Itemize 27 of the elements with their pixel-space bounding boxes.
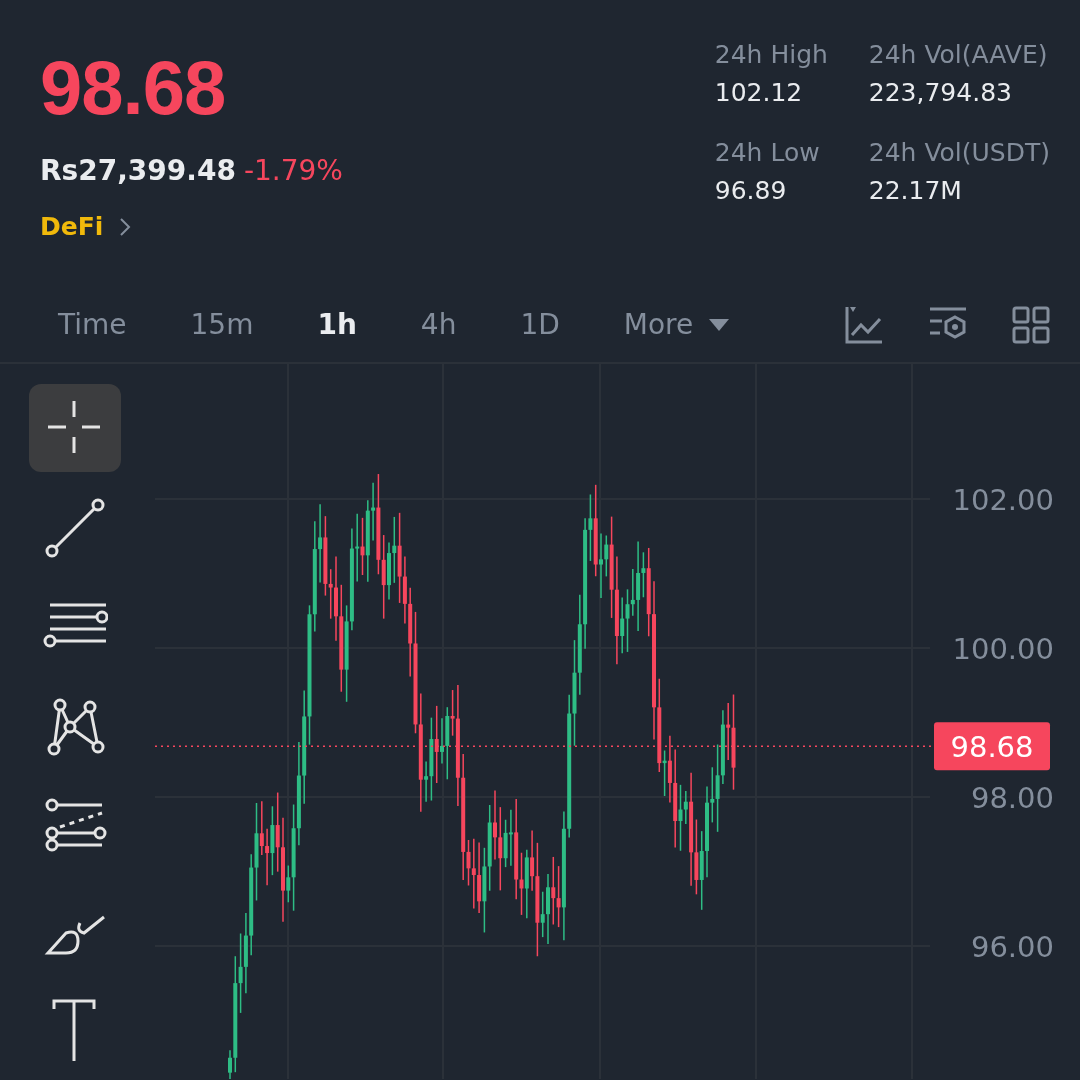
price-axis-label: 102.00 bbox=[952, 483, 1054, 517]
interval-tab[interactable]: Time bbox=[58, 304, 127, 346]
fiat-price: Rs27,399.48 bbox=[40, 153, 236, 189]
stat-value: 96.89 bbox=[714, 175, 788, 207]
stat-label: 24h High bbox=[714, 39, 829, 71]
price-change: -1.79% bbox=[243, 153, 343, 189]
stat-value: 22.17M bbox=[868, 175, 963, 207]
chevron-right-icon bbox=[119, 216, 132, 237]
category-link[interactable]: DeFi bbox=[40, 208, 104, 246]
more-dropdown[interactable]: More bbox=[623, 304, 730, 346]
grid-layout-icon[interactable] bbox=[1012, 306, 1050, 344]
price-axis-label: 96.00 bbox=[970, 930, 1054, 964]
interval-tab[interactable]: 1h bbox=[317, 304, 357, 346]
last-price: 98.68 bbox=[40, 50, 227, 126]
price-axis-label: 100.00 bbox=[952, 632, 1054, 666]
line-chart-icon[interactable] bbox=[844, 305, 884, 345]
last-price-tag: 98.68 bbox=[934, 722, 1050, 771]
stat-label: 24h Vol(AAVE) bbox=[868, 39, 1049, 71]
interval-tab[interactable]: 15m bbox=[190, 304, 254, 346]
stat-value: 223,794.83 bbox=[868, 77, 1013, 109]
stat-value: 102.12 bbox=[714, 77, 804, 109]
price-axis-label: 98.00 bbox=[970, 781, 1054, 815]
caret-icon bbox=[709, 319, 730, 331]
stat-label: 24h Vol(USDT) bbox=[868, 137, 1050, 169]
interval-tab[interactable]: 4h bbox=[420, 304, 457, 346]
interval-tab[interactable]: 1D bbox=[520, 304, 560, 346]
stat-label: 24h Low bbox=[714, 137, 821, 169]
